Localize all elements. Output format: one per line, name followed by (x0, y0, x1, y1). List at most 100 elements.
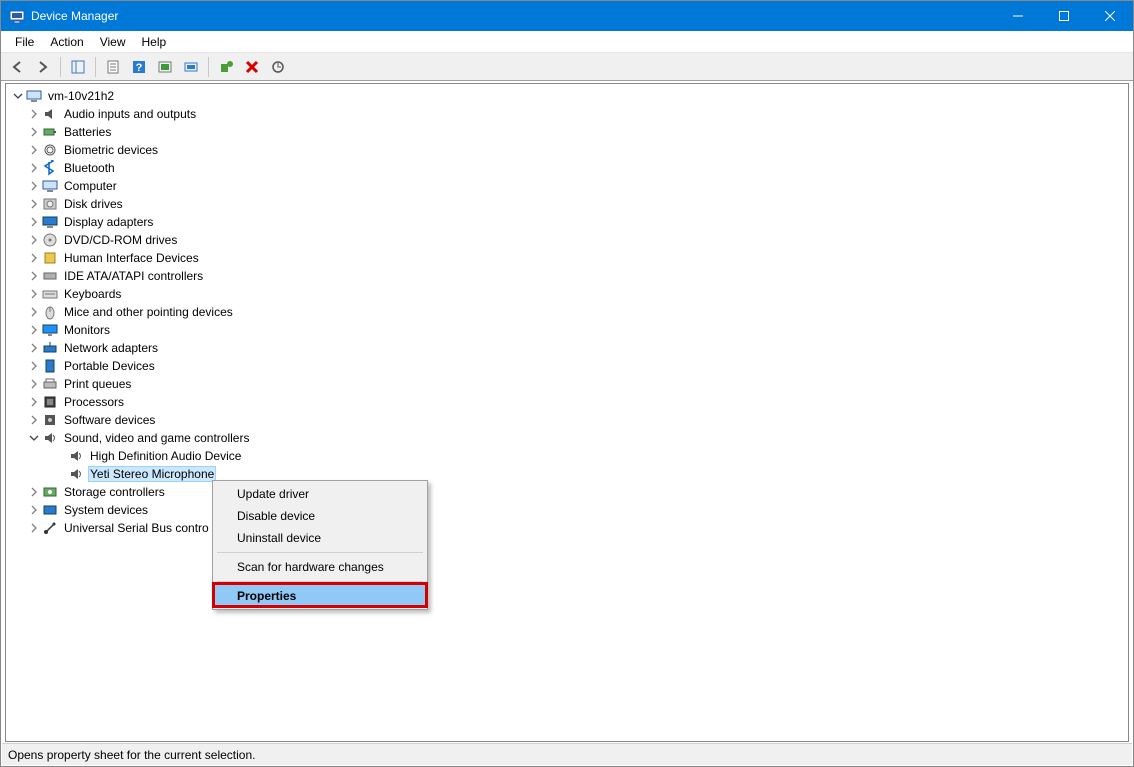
tree-node[interactable]: Keyboards (6, 285, 1128, 303)
tree-node-label: Human Interface Devices (62, 251, 201, 265)
chevron-right-icon[interactable] (28, 126, 40, 138)
keyboard-icon (42, 286, 58, 302)
fingerprint-icon (42, 142, 58, 158)
uninstall-device-button[interactable] (240, 56, 264, 78)
ctx-separator (217, 552, 423, 553)
chevron-right-icon[interactable] (28, 486, 40, 498)
forward-button[interactable] (31, 56, 55, 78)
network-icon (42, 340, 58, 356)
menu-action[interactable]: Action (42, 33, 91, 51)
chevron-right-icon[interactable] (28, 198, 40, 210)
cpu-icon (42, 394, 58, 410)
tree-node-label: vm-10v21h2 (46, 89, 116, 103)
chevron-right-icon[interactable] (28, 162, 40, 174)
chevron-right-icon[interactable] (28, 252, 40, 264)
minimize-button[interactable] (995, 1, 1041, 31)
bluetooth-icon (42, 160, 58, 176)
devices-by-connection-button[interactable] (179, 56, 203, 78)
properties-button[interactable] (101, 56, 125, 78)
tree-node[interactable]: Biometric devices (6, 141, 1128, 159)
chevron-right-icon[interactable] (28, 306, 40, 318)
tree-node[interactable]: Processors (6, 393, 1128, 411)
tree-node[interactable]: DVD/CD-ROM drives (6, 231, 1128, 249)
tree-node[interactable]: Storage controllers (6, 483, 1128, 501)
chevron-right-icon[interactable] (28, 396, 40, 408)
tree-node-label: Batteries (62, 125, 113, 139)
back-button[interactable] (5, 56, 29, 78)
chevron-down-icon[interactable] (12, 90, 24, 102)
chevron-right-icon[interactable] (28, 414, 40, 426)
chevron-right-icon[interactable] (28, 504, 40, 516)
chevron-right-icon[interactable] (28, 342, 40, 354)
tree-node-label: High Definition Audio Device (88, 449, 243, 463)
close-button[interactable] (1087, 1, 1133, 31)
ctx-update-driver[interactable]: Update driver (215, 483, 425, 505)
menu-help[interactable]: Help (134, 33, 175, 51)
enable-device-button[interactable] (214, 56, 238, 78)
speaker-icon (42, 106, 58, 122)
tree-node[interactable]: Yeti Stereo Microphone (6, 465, 1128, 483)
menu-view[interactable]: View (92, 33, 134, 51)
menu-file[interactable]: File (7, 33, 42, 51)
tree-node[interactable]: Universal Serial Bus contro (6, 519, 1128, 537)
ctx-scan-hardware[interactable]: Scan for hardware changes (215, 556, 425, 578)
ctx-uninstall-device[interactable]: Uninstall device (215, 527, 425, 549)
menubar: File Action View Help (1, 31, 1133, 53)
tree-node[interactable]: Print queues (6, 375, 1128, 393)
tree-node[interactable]: Network adapters (6, 339, 1128, 357)
tree-node-label: System devices (62, 503, 150, 517)
tree-node[interactable]: Sound, video and game controllers (6, 429, 1128, 447)
tree-node-label: Portable Devices (62, 359, 157, 373)
tree-node[interactable]: Mice and other pointing devices (6, 303, 1128, 321)
chevron-right-icon[interactable] (28, 270, 40, 282)
tree-node[interactable]: Disk drives (6, 195, 1128, 213)
svg-text:?: ? (136, 62, 143, 74)
chevron-right-icon[interactable] (28, 288, 40, 300)
chevron-right-icon[interactable] (28, 522, 40, 534)
chevron-down-icon[interactable] (28, 432, 40, 444)
chevron-right-icon[interactable] (28, 180, 40, 192)
tree-node[interactable]: Human Interface Devices (6, 249, 1128, 267)
scan-hardware-button[interactable] (266, 56, 290, 78)
maximize-button[interactable] (1041, 1, 1087, 31)
tree-node-label: Network adapters (62, 341, 160, 355)
hid-icon (42, 250, 58, 266)
ctx-disable-device[interactable]: Disable device (215, 505, 425, 527)
app-icon (9, 8, 25, 24)
tree-node[interactable]: System devices (6, 501, 1128, 519)
tree-node[interactable]: Software devices (6, 411, 1128, 429)
chevron-right-icon[interactable] (28, 216, 40, 228)
chevron-right-icon[interactable] (28, 324, 40, 336)
device-tree-pane[interactable]: vm-10v21h2 Audio inputs and outputs Batter… (5, 83, 1129, 742)
tree-node[interactable]: Display adapters (6, 213, 1128, 231)
software-icon (42, 412, 58, 428)
tree-node-label: Mice and other pointing devices (62, 305, 235, 319)
disk-icon (42, 196, 58, 212)
chevron-right-icon[interactable] (28, 108, 40, 120)
tree-node[interactable]: Monitors (6, 321, 1128, 339)
ide-icon (42, 268, 58, 284)
printer-icon (42, 376, 58, 392)
tree-node[interactable]: Batteries (6, 123, 1128, 141)
tree-node[interactable]: vm-10v21h2 (6, 87, 1128, 105)
update-driver-button[interactable] (153, 56, 177, 78)
tree-node[interactable]: High Definition Audio Device (6, 447, 1128, 465)
ctx-properties[interactable]: Properties (215, 585, 425, 607)
tree-node[interactable]: Portable Devices (6, 357, 1128, 375)
tree-node[interactable]: IDE ATA/ATAPI controllers (6, 267, 1128, 285)
help-button[interactable]: ? (127, 56, 151, 78)
tree-node[interactable]: Computer (6, 177, 1128, 195)
tree-node-label: IDE ATA/ATAPI controllers (62, 269, 205, 283)
chevron-right-icon[interactable] (28, 378, 40, 390)
tree-node[interactable]: Bluetooth (6, 159, 1128, 177)
chevron-right-icon[interactable] (28, 144, 40, 156)
tree-node-label: Print queues (62, 377, 133, 391)
chevron-right-icon[interactable] (28, 234, 40, 246)
tree-node-label: Storage controllers (62, 485, 167, 499)
show-hide-console-tree-button[interactable] (66, 56, 90, 78)
chevron-right-icon[interactable] (28, 360, 40, 372)
tree-node-label: Display adapters (62, 215, 155, 229)
tree-node-label: DVD/CD-ROM drives (62, 233, 179, 247)
tree-node[interactable]: Audio inputs and outputs (6, 105, 1128, 123)
tree-node-label: Universal Serial Bus contro (62, 521, 211, 535)
